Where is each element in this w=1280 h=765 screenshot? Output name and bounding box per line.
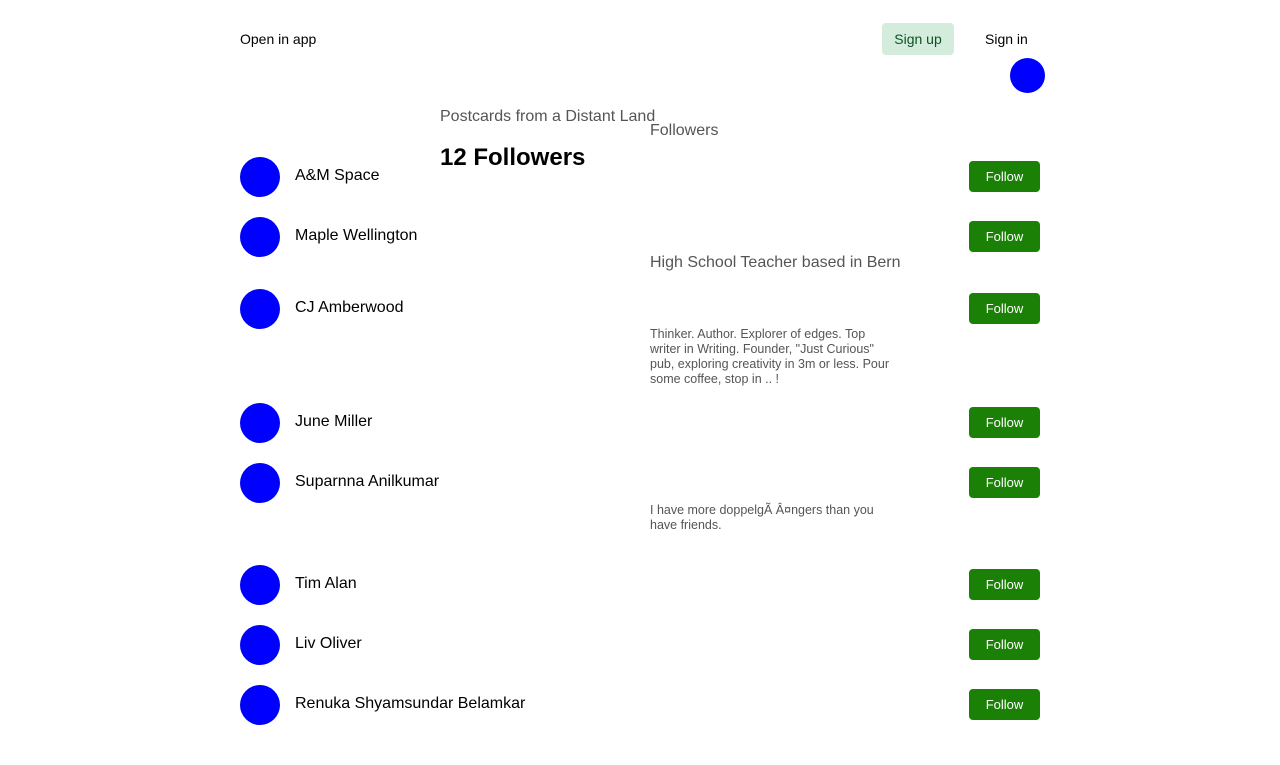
follow-button[interactable]: Follow — [969, 569, 1040, 600]
follow-button[interactable]: Follow — [969, 293, 1040, 324]
follower-name[interactable]: Liv Oliver — [295, 635, 362, 653]
follower-name[interactable]: Renuka Shyamsundar Belamkar — [295, 695, 525, 713]
follow-button[interactable]: Follow — [969, 221, 1040, 252]
follower-avatar[interactable] — [240, 625, 280, 665]
followers-label: Followers — [650, 122, 719, 139]
follower-name[interactable]: CJ Amberwood — [295, 299, 404, 317]
open-in-app-link[interactable]: Open in app — [240, 31, 316, 47]
follower-avatar[interactable] — [240, 217, 280, 257]
follower-bio: I have more doppelgÃ Â¤ngers than you ha… — [650, 503, 874, 532]
follow-button[interactable]: Follow — [969, 629, 1040, 660]
follower-bio: Thinker. Author. Explorer of edges. Top … — [650, 327, 889, 386]
sign-in-link[interactable]: Sign in — [985, 31, 1028, 47]
follower-bio: High School Teacher based in Bern — [650, 254, 901, 271]
follower-name[interactable]: Tim Alan — [295, 575, 357, 593]
publication-name[interactable]: Postcards from a Distant Land — [440, 108, 655, 126]
follow-button[interactable]: Follow — [969, 161, 1040, 192]
follower-avatar[interactable] — [240, 403, 280, 443]
follower-avatar[interactable] — [240, 289, 280, 329]
follower-avatar[interactable] — [240, 463, 280, 503]
follower-name[interactable]: Maple Wellington — [295, 227, 417, 245]
follower-avatar[interactable] — [240, 685, 280, 725]
follow-button[interactable]: Follow — [969, 467, 1040, 498]
follower-name[interactable]: Suparnna Anilkumar — [295, 473, 439, 491]
follow-button[interactable]: Follow — [969, 689, 1040, 720]
follower-avatar[interactable] — [240, 157, 280, 197]
follower-name[interactable]: June Miller — [295, 413, 372, 431]
sign-up-button[interactable]: Sign up — [882, 23, 954, 55]
follower-avatar[interactable] — [240, 565, 280, 605]
page-title: 12 Followers — [440, 144, 586, 171]
follow-button[interactable]: Follow — [969, 407, 1040, 438]
publication-avatar[interactable] — [1010, 58, 1045, 93]
follower-name[interactable]: A&M Space — [295, 167, 379, 185]
